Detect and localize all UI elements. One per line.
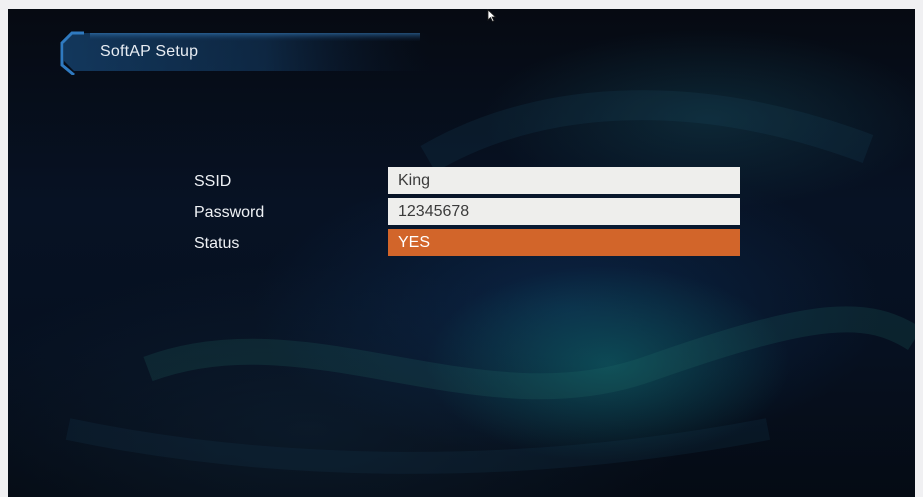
- ssid-label: SSID: [194, 173, 232, 190]
- mouse-pointer-icon: [487, 9, 497, 23]
- status-label: Status: [194, 235, 240, 252]
- page-title: SoftAP Setup: [100, 43, 199, 60]
- status-selector[interactable]: YES: [388, 229, 740, 256]
- frame-border: SoftAP Setup SSID King Password 12345678…: [0, 0, 923, 497]
- tv-screen: SoftAP Setup SSID King Password 12345678…: [8, 9, 915, 497]
- ssid-field[interactable]: King: [388, 167, 740, 194]
- title-bar: SoftAP Setup: [60, 31, 440, 75]
- password-field[interactable]: 12345678: [388, 198, 740, 225]
- password-label: Password: [194, 204, 265, 221]
